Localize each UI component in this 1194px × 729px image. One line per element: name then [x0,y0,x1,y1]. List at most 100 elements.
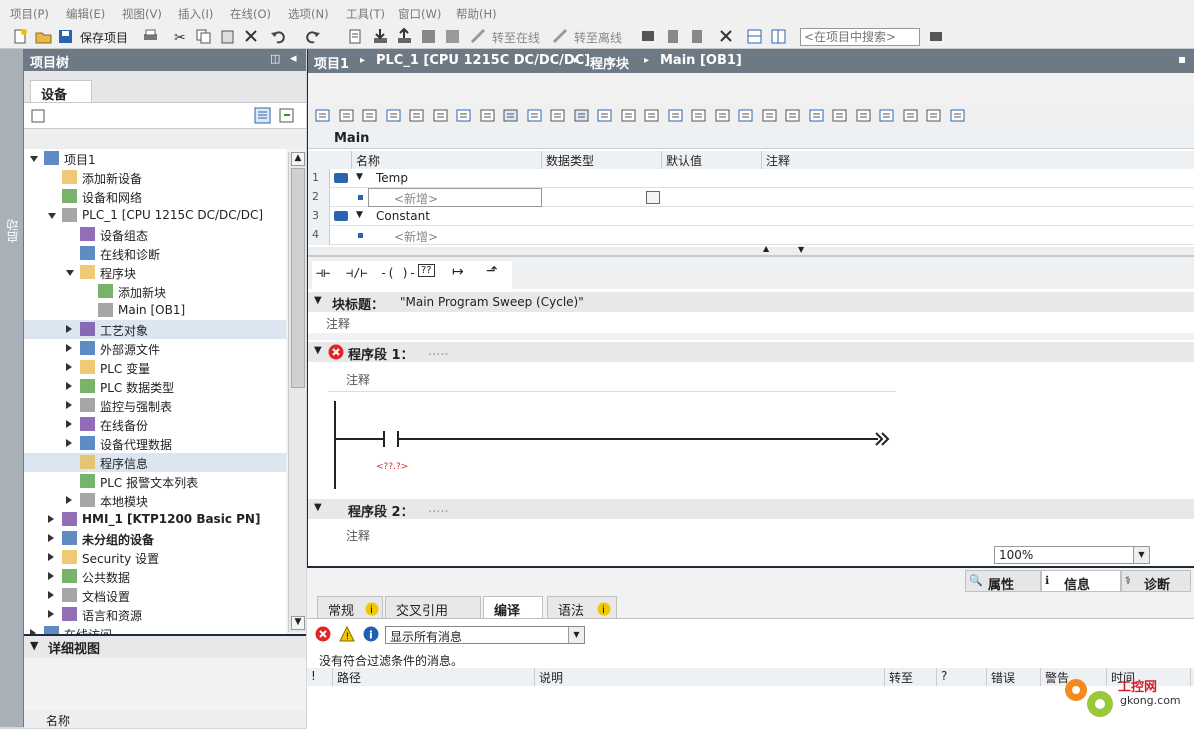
network-comments-icon[interactable] [596,107,613,124]
menu-window[interactable]: 窗口(W) [398,6,441,22]
tree-item[interactable]: 工艺对象 [24,320,286,339]
redo-icon[interactable] [305,28,322,45]
error-filter-icon[interactable] [315,626,331,642]
block-comment[interactable]: 注释 [326,315,350,332]
splitter-down-icon[interactable]: ▼ [798,245,804,254]
save-project-button[interactable]: 保存项目 [80,29,128,46]
go-offline-icon[interactable] [552,28,569,45]
close-all-networks-icon[interactable] [455,107,472,124]
tree-item[interactable]: PLC_1 [CPU 1215C DC/DC/DC] [24,206,286,225]
chevron-right-icon[interactable] [48,591,54,599]
col-name-header[interactable]: 名称 [352,151,542,169]
col-help[interactable]: ? [937,668,987,686]
chevron-down-icon[interactable]: ▼ [314,345,322,356]
tree-item[interactable]: PLC 数据类型 [24,377,286,396]
tree-scrollbar[interactable]: ▲ ▼ [288,152,306,632]
tree-item[interactable]: PLC 报警文本列表 [24,472,286,491]
tree-item[interactable]: 本地模块 [24,491,286,510]
stop-sim-icon[interactable] [444,28,461,45]
block-state-icon[interactable] [925,107,942,124]
stop-cpu-icon[interactable] [689,28,706,45]
menu-edit[interactable]: 编辑(E) [66,6,105,22]
menu-options[interactable]: 选项(N) [288,6,329,22]
empty-box-icon[interactable]: ?? [418,264,435,277]
interface-row[interactable]: 1 ▼ Temp [308,169,1194,188]
open-project-icon[interactable] [35,28,52,45]
col-flag[interactable]: ! [307,668,333,686]
col-description[interactable]: 说明 [535,668,885,686]
tag-info-icon[interactable] [620,107,637,124]
chevron-right-icon[interactable] [66,344,72,352]
check-icon[interactable] [808,107,825,124]
search-icon[interactable] [928,28,945,45]
col-errors[interactable]: 错误 [987,668,1041,686]
append-row-icon[interactable] [385,107,402,124]
start-tab[interactable]: 启动 [4,219,21,243]
network2-title[interactable]: 程序段 2： [348,501,414,520]
chevron-right-icon[interactable] [48,515,54,523]
breadcrumb-project[interactable]: 项目1 [314,53,349,72]
tree-item[interactable]: 监控与强制表 [24,396,286,415]
tree-item[interactable]: 程序信息 [24,453,286,472]
menu-view[interactable]: 视图(V) [122,6,162,22]
chevron-right-icon[interactable] [66,401,72,409]
close-branch-icon[interactable]: ⬏ [486,263,498,279]
open-all-networks-icon[interactable] [432,107,449,124]
chevron-down-icon[interactable]: ▼ [314,502,322,513]
chevron-right-icon[interactable] [48,534,54,542]
chevron-down-icon[interactable]: ▼ [356,210,363,220]
favorites-icon[interactable] [549,107,566,124]
interface-row[interactable]: 4 <新增> [308,226,1194,245]
tree-item[interactable]: PLC 变量 [24,358,286,377]
tree-item[interactable]: 在线访问 [24,624,286,634]
coil-icon[interactable]: -( )- [380,266,416,280]
tree-item[interactable]: 公共数据 [24,567,286,586]
tab-compile[interactable]: 编译 [483,596,543,619]
menu-online[interactable]: 在线(O) [230,6,271,22]
tab-diagnostics[interactable]: 诊断 [1121,570,1191,593]
chevron-down-icon[interactable]: ▼ [314,295,322,306]
insert-branch-icon[interactable] [408,107,425,124]
nc-contact-icon[interactable]: ⊣/⊢ [346,266,368,280]
tree-item[interactable]: HMI_1 [KTP1200 Basic PN] [24,510,286,529]
tree-item[interactable]: 在线备份 [24,415,286,434]
device-overview-icon[interactable] [30,108,47,125]
go-to-error-icon[interactable] [667,107,684,124]
col-path[interactable]: 路径 [333,668,535,686]
menu-insert[interactable]: 插入(I) [178,6,213,22]
splitter-up-icon[interactable]: ▲ [763,244,769,253]
undo-icon[interactable] [270,28,287,45]
split-horizontal-icon[interactable] [746,28,763,45]
compile-icon[interactable] [347,28,364,45]
breadcrumb-main[interactable]: Main [OB1] [660,53,742,68]
no-contact-icon[interactable]: ⊣⊢ [316,266,330,280]
contact-operand[interactable]: <??.?> [376,462,408,472]
tree-item[interactable]: 设备和网络 [24,187,286,206]
list-icon[interactable] [902,107,919,124]
network1-title[interactable]: 程序段 1： [348,344,414,363]
chevron-down-icon[interactable]: ▼ [30,639,38,652]
splitter[interactable]: ▲ ▼ [308,244,1194,255]
fit-icon[interactable] [784,107,801,124]
insert-row-icon[interactable] [361,107,378,124]
scroll-up-icon[interactable]: ▲ [291,152,305,166]
insert-network-icon[interactable] [314,107,331,124]
pin-icon[interactable]: ◫ [270,52,280,65]
upload-icon[interactable] [396,28,413,45]
ladder-rung[interactable] [328,401,898,491]
snapshot-icon[interactable] [878,107,895,124]
interface-row[interactable]: 3 ▼ Constant [308,207,1194,226]
chevron-down-icon[interactable]: ▼ [356,172,363,182]
chevron-down-icon[interactable] [48,213,56,219]
delete-network-icon[interactable] [338,107,355,124]
network2-comment[interactable]: 注释 [346,527,370,544]
scroll-down-icon[interactable]: ▼ [291,616,305,630]
db-icon[interactable] [949,107,966,124]
menu-help[interactable]: 帮助(H) [456,6,497,22]
detail-header[interactable]: ▼ 详细视图 [24,636,306,658]
block-title-value[interactable]: "Main Program Sweep (Cycle)" [400,295,584,309]
go-online-button[interactable]: 转至在线 [492,29,540,46]
message-filter-select[interactable]: 显示所有消息 ▼ [385,626,585,644]
add-new-row[interactable]: <新增> [394,228,438,245]
delete-icon[interactable] [243,28,260,45]
